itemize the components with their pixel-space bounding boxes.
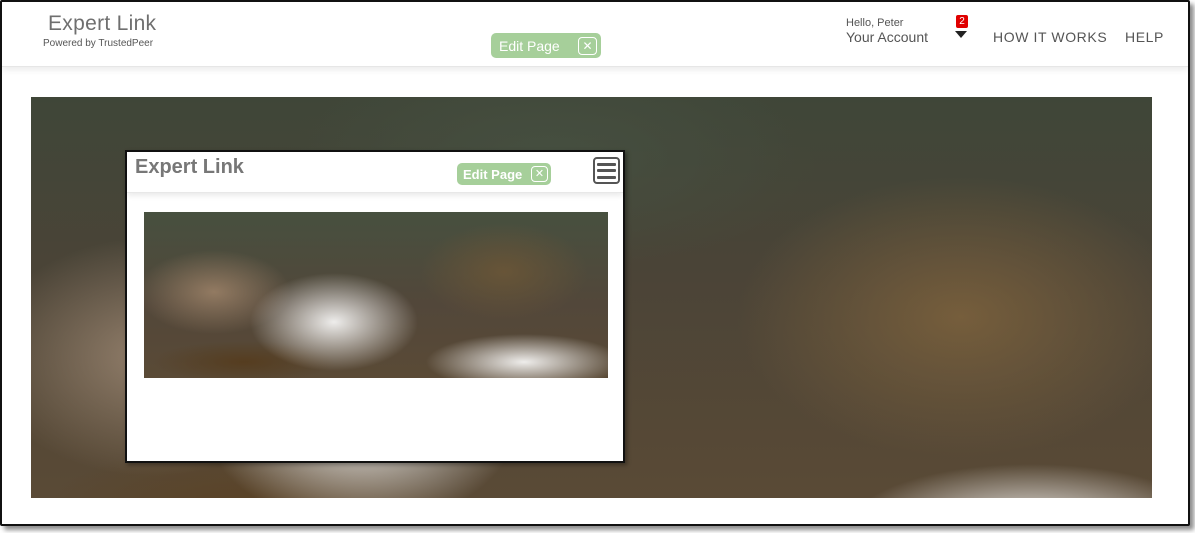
chevron-down-icon[interactable] [955, 31, 967, 38]
preview-hero-image [144, 212, 608, 378]
preview-edit-page-label: Edit Page [463, 166, 523, 182]
brand-title[interactable]: Expert Link [48, 12, 156, 36]
edit-page-label: Edit Page [499, 37, 560, 54]
preview-window: Expert Link Edit Page ✕ [125, 150, 625, 463]
preview-header: Expert Link Edit Page ✕ [127, 152, 623, 193]
notification-badge: 2 [956, 15, 968, 28]
site-header: Expert Link Powered by TrustedPeer Edit … [2, 2, 1188, 67]
browser-frame: Expert Link Powered by TrustedPeer Edit … [0, 0, 1190, 526]
preview-edit-page-button[interactable]: Edit Page ✕ [457, 163, 551, 185]
hamburger-menu-icon[interactable] [593, 157, 620, 184]
nav-how-it-works[interactable]: HOW IT WORKS [993, 29, 1107, 45]
preview-brand-title[interactable]: Expert Link [135, 156, 244, 179]
brand-subtitle: Powered by TrustedPeer [43, 38, 154, 49]
your-account-link[interactable]: Your Account [846, 29, 928, 45]
preview-close-icon[interactable]: ✕ [531, 166, 548, 182]
edit-page-button[interactable]: Edit Page ✕ [491, 33, 601, 58]
close-icon[interactable]: ✕ [578, 36, 597, 55]
greeting-text: Hello, Peter [846, 17, 904, 29]
nav-help[interactable]: HELP [1125, 29, 1164, 45]
